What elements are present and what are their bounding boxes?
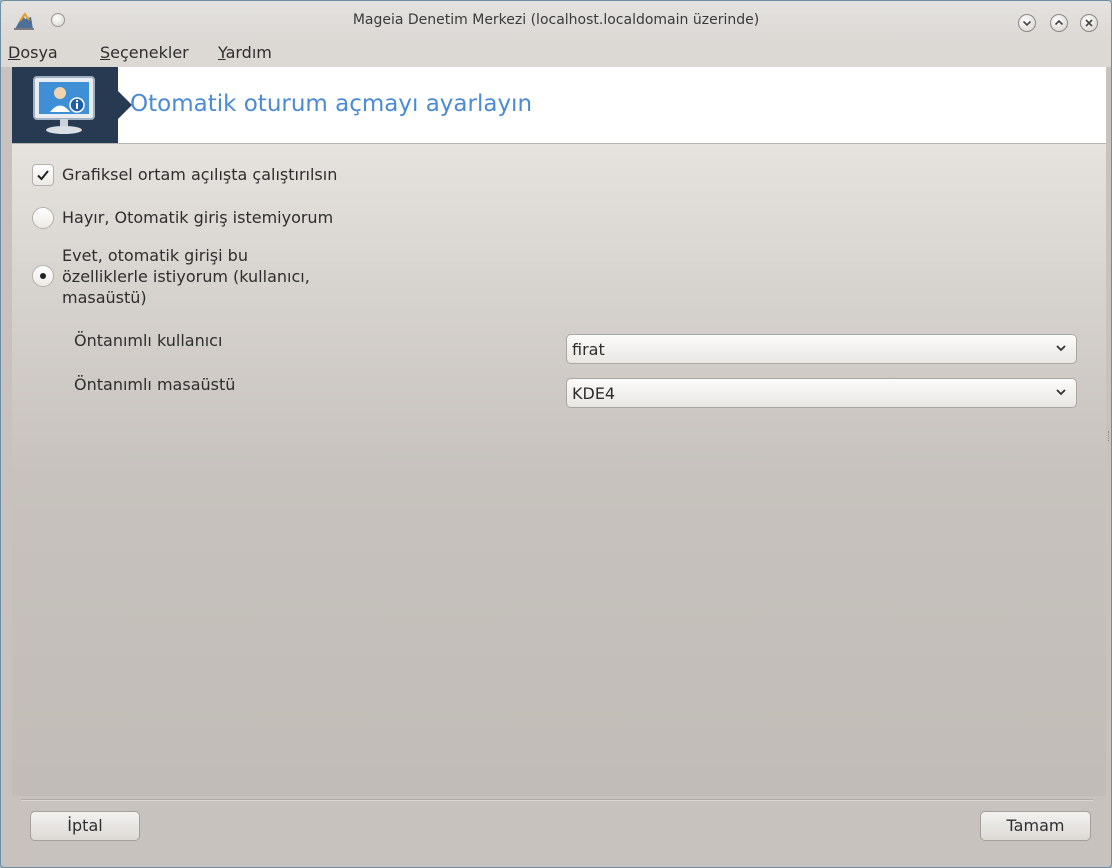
autologin-yes-radio[interactable] — [32, 265, 54, 287]
menu-bar: Dosya Seçenekler Yardım — [1, 41, 1111, 67]
menu-help[interactable]: Yardım — [218, 43, 272, 62]
autologin-no-radio[interactable] — [32, 207, 54, 229]
chevron-down-icon — [1056, 389, 1066, 396]
menu-file-mnemonic: D — [8, 43, 21, 62]
menu-options-label: eçenekler — [110, 43, 189, 62]
page-title: Otomatik oturum açmayı ayarlayın — [130, 91, 533, 117]
content-area: Grafiksel ortam açılışta çalıştırılsın H… — [12, 144, 1106, 796]
default-user-label: Öntanımlı kullanıcı — [74, 331, 223, 350]
menu-file[interactable]: Dosya — [8, 43, 58, 62]
default-user-value: firat — [572, 340, 605, 359]
default-desktop-label: Öntanımlı masaüstü — [74, 375, 236, 394]
ok-button[interactable]: Tamam — [980, 811, 1091, 841]
footer-divider — [21, 799, 1093, 801]
monitor-user-info-icon — [33, 76, 95, 134]
main-window: Mageia Denetim Merkezi (localhost.locald… — [0, 0, 1112, 868]
close-icon[interactable] — [1080, 14, 1098, 32]
minimize-icon[interactable] — [1018, 14, 1036, 32]
menu-options[interactable]: Seçenekler — [100, 43, 189, 62]
default-user-select[interactable]: firat — [566, 334, 1077, 364]
default-desktop-value: KDE4 — [572, 384, 616, 403]
title-bar[interactable]: Mageia Denetim Merkezi (localhost.locald… — [1, 1, 1111, 41]
header-banner: Otomatik oturum açmayı ayarlayın — [12, 67, 1106, 144]
menu-options-mnemonic: S — [100, 43, 111, 62]
menu-help-label: ardım — [225, 43, 272, 62]
autologin-no-label: Hayır, Otomatik giriş istemiyorum — [62, 208, 334, 227]
window-title: Mageia Denetim Merkezi (localhost.locald… — [352, 12, 760, 28]
default-desktop-select[interactable]: KDE4 — [566, 378, 1077, 408]
check-icon — [37, 170, 49, 181]
resize-grip[interactable] — [1108, 431, 1111, 441]
chevron-down-icon — [1056, 345, 1066, 352]
radio-selected-dot — [40, 273, 46, 279]
menu-help-mnemonic: Y — [218, 43, 226, 62]
start-graphical-label: Grafiksel ortam açılışta çalıştırılsın — [62, 165, 338, 184]
menu-file-label: osya — [20, 43, 58, 62]
start-graphical-checkbox[interactable] — [32, 164, 54, 186]
banner-icon-box — [12, 67, 132, 143]
autologin-yes-label: Evet, otomatik girişi bu özelliklerle is… — [62, 246, 310, 307]
maximize-icon[interactable] — [1050, 14, 1068, 32]
cancel-button[interactable]: İptal — [30, 811, 140, 841]
